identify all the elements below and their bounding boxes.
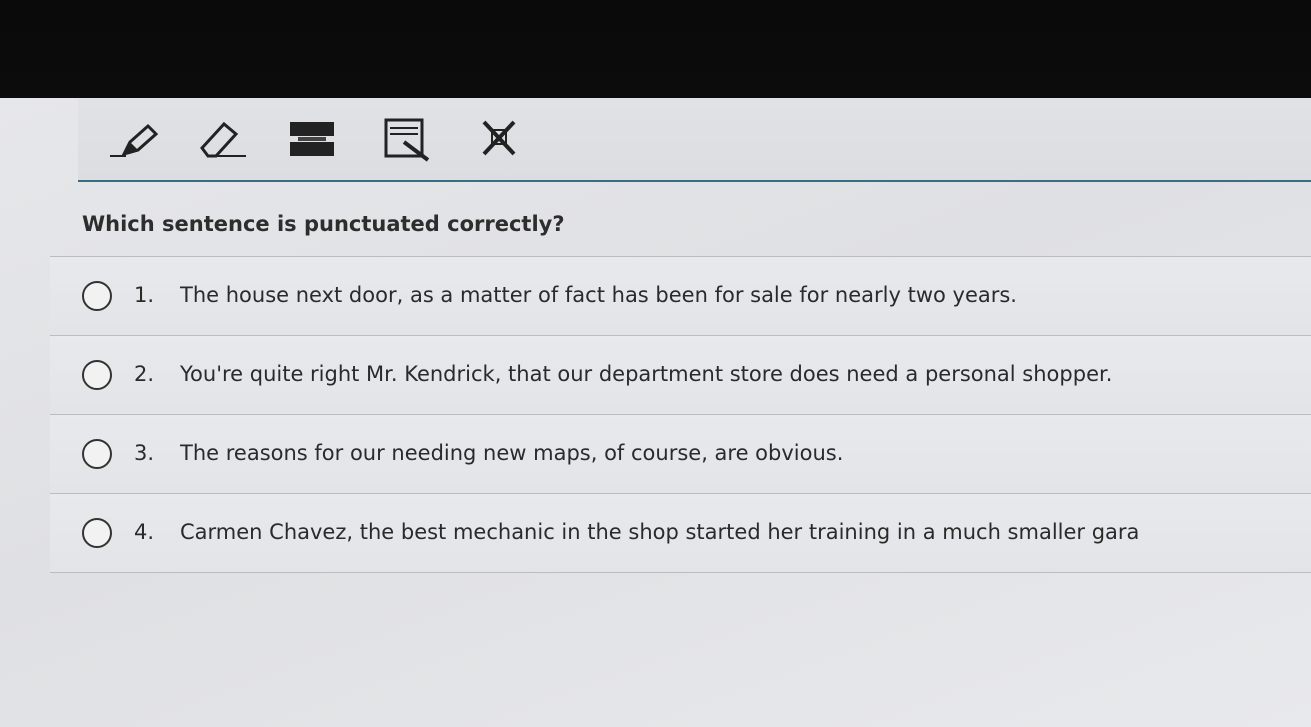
radio-button-1[interactable] [82,281,112,311]
radio-button-4[interactable] [82,518,112,548]
pencil-tool-button[interactable] [104,112,164,166]
answer-eliminator-tool-button[interactable] [470,112,530,166]
option-text: Carmen Chavez, the best mechanic in the … [180,520,1140,544]
answer-eliminator-icon [482,120,516,156]
option-text: You're quite right Mr. Kendrick, that ou… [180,362,1113,386]
reader-mask-tool-button[interactable] [378,112,438,166]
line-reader-icon [290,122,334,156]
reader-mask-icon [384,118,430,162]
line-reader-tool-button[interactable] [284,112,344,166]
option-text: The reasons for our needing new maps, of… [180,441,844,465]
screen: Which sentence is punctuated correctly? … [0,98,1311,727]
question-text: Which sentence is punctuated correctly? [82,212,565,236]
answer-options: 1. The house next door, as a matter of f… [50,256,1311,573]
answer-option-3[interactable]: 3. The reasons for our needing new maps,… [50,414,1311,493]
question-panel: Which sentence is punctuated correctly? … [50,182,1311,727]
answer-option-2[interactable]: 2. You're quite right Mr. Kendrick, that… [50,335,1311,414]
answer-option-4[interactable]: 4. Carmen Chavez, the best mechanic in t… [50,493,1311,573]
eraser-icon [200,121,246,158]
toolbar [78,98,1311,182]
radio-button-3[interactable] [82,439,112,469]
option-number: 2. [134,362,155,386]
option-text: The house next door, as a matter of fact… [180,283,1017,307]
option-number: 1. [134,283,155,307]
pencil-icon [110,123,159,157]
eraser-tool-button[interactable] [190,112,250,166]
answer-option-1[interactable]: 1. The house next door, as a matter of f… [50,256,1311,335]
option-number: 3. [134,441,155,465]
radio-button-2[interactable] [82,360,112,390]
option-number: 4. [134,520,155,544]
